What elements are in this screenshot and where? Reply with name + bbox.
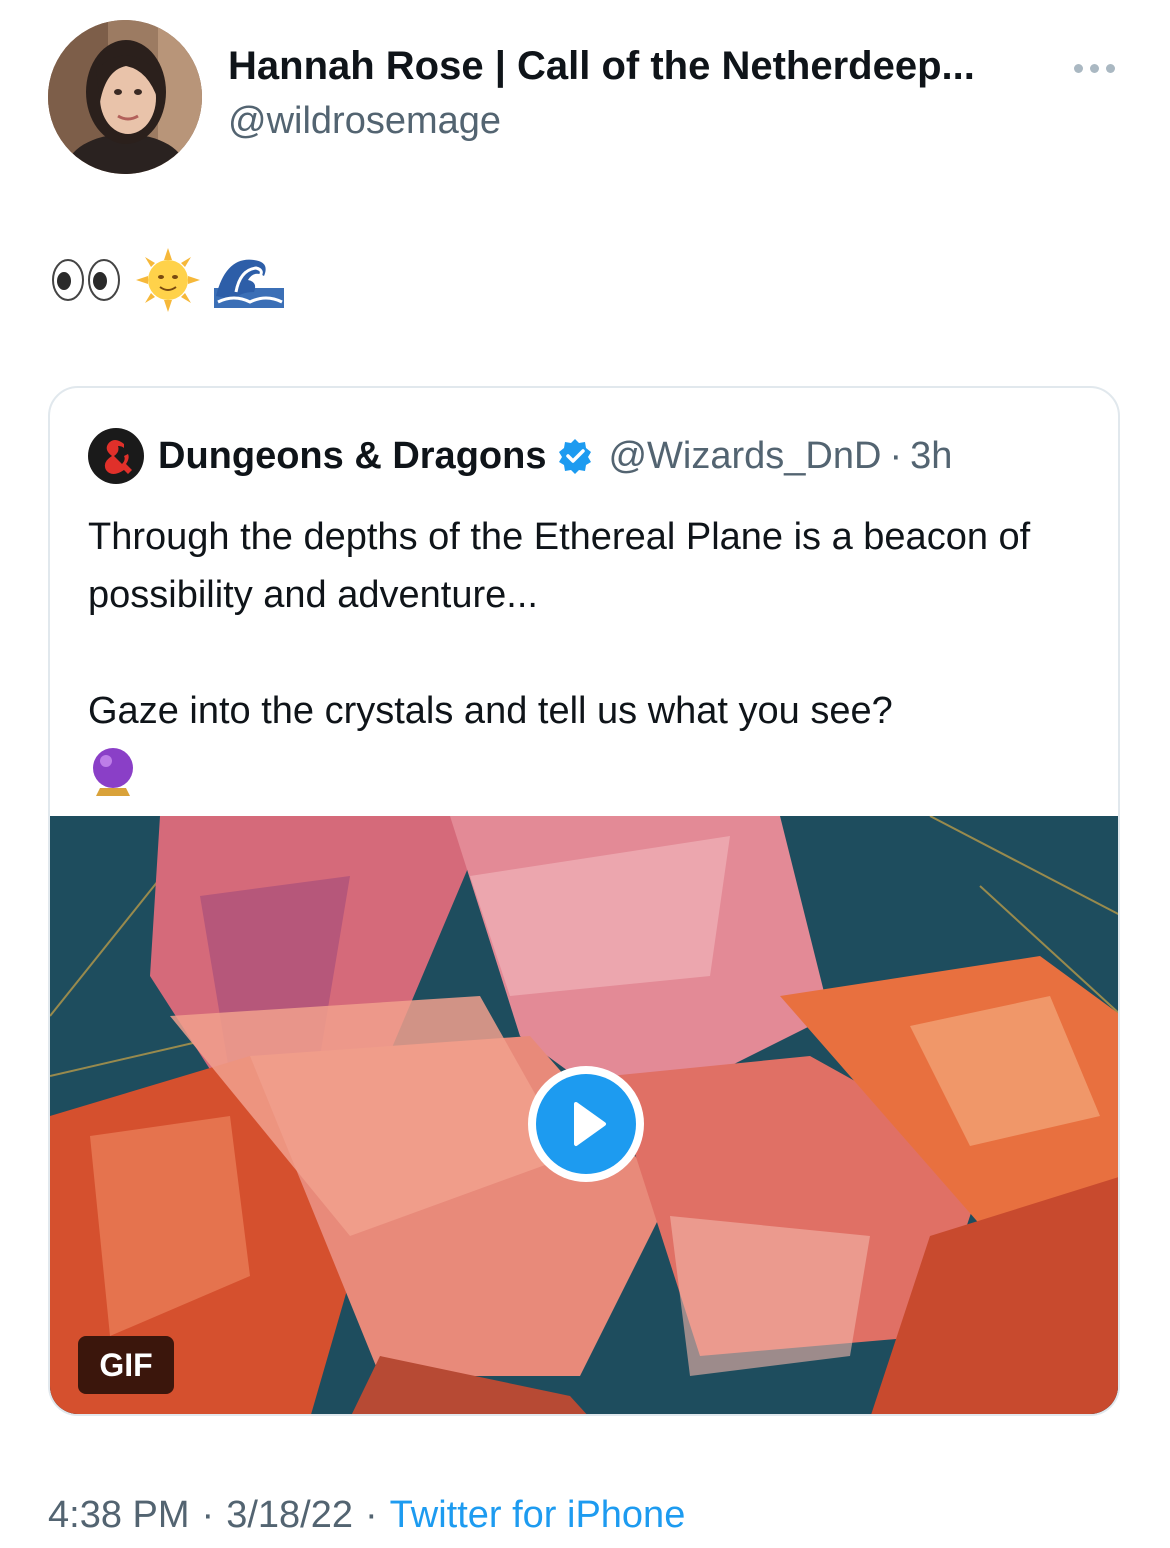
quoted-tweet-card[interactable]: Dungeons & Dragons @Wizards_DnD · 3h Thr… <box>48 386 1120 1416</box>
separator-dot: · <box>364 1494 378 1536</box>
separator-dot: · <box>889 434 903 477</box>
author-handle[interactable]: @wildrosemage <box>228 100 501 143</box>
quoted-tweet-line: Gaze into the crystals and tell us what … <box>88 690 893 732</box>
verified-badge-icon <box>559 439 592 474</box>
quoted-tweet-time[interactable]: 3h <box>910 435 952 478</box>
author-display-name[interactable]: Hannah Rose | Call of the Netherdeep... <box>228 44 975 89</box>
quoted-tweet-header: Dungeons & Dragons @Wizards_DnD · 3h <box>88 428 952 484</box>
tweet-time[interactable]: 4:38 PM <box>48 1494 190 1536</box>
crystal-ball-emoji-icon <box>93 748 133 796</box>
water-wave-emoji-icon <box>214 252 284 313</box>
author-avatar[interactable] <box>48 20 202 174</box>
more-options-icon[interactable] <box>1070 52 1120 82</box>
eyes-emoji-icon <box>50 257 122 308</box>
separator-dot: · <box>201 1494 215 1536</box>
gif-media[interactable]: GIF <box>50 816 1118 1414</box>
ampersand-dragon-logo-icon <box>104 440 132 474</box>
quoted-tweet-text: Through the depths of the Ethereal Plane… <box>88 508 1078 800</box>
quoted-author-handle[interactable]: @Wizards_DnD <box>608 435 881 478</box>
play-button[interactable] <box>528 1066 644 1182</box>
play-icon <box>574 1102 606 1146</box>
quoted-author-name[interactable]: Dungeons & Dragons <box>158 435 546 478</box>
tweet-date[interactable]: 3/18/22 <box>226 1494 353 1536</box>
gif-badge: GIF <box>78 1336 174 1394</box>
quoted-author-avatar[interactable] <box>88 428 144 484</box>
sun-with-face-emoji-icon <box>136 247 200 317</box>
tweet-meta: 4:38 PM · 3/18/22 · Twitter for iPhone <box>48 1494 685 1537</box>
avatar-image <box>48 20 202 174</box>
tweet-source-link[interactable]: Twitter for iPhone <box>390 1494 686 1536</box>
quoted-tweet-line: Through the depths of the Ethereal Plane… <box>88 516 1031 616</box>
tweet-text <box>50 247 284 317</box>
tweet-detail: Hannah Rose | Call of the Netherdeep... … <box>0 0 1170 1548</box>
